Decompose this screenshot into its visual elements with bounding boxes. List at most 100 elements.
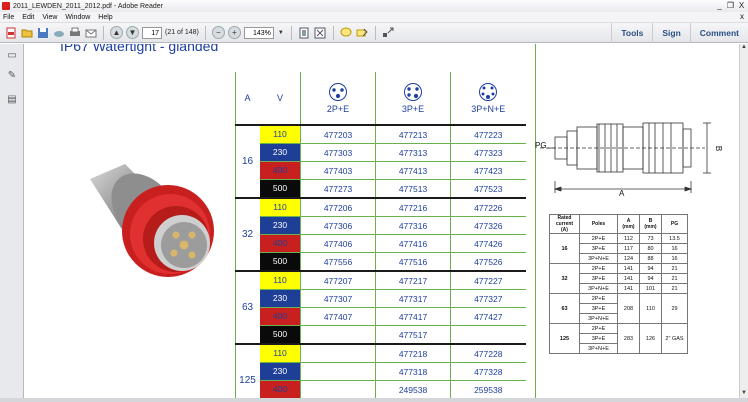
code-cell: 477513: [375, 179, 451, 199]
code-cell: 477416: [375, 234, 451, 253]
zoom-level-select[interactable]: 143%: [243, 26, 274, 39]
code-cell: 249538: [375, 380, 451, 398]
voltage-cell: 400: [260, 161, 301, 180]
voltage-swatch: 110: [260, 345, 300, 362]
voltage-cell: 400: [260, 234, 301, 253]
save-icon[interactable]: [36, 26, 49, 39]
print-icon[interactable]: [68, 26, 81, 39]
table-row: 230 477307 477317 477327: [235, 289, 526, 308]
code-cell: [450, 325, 526, 345]
code-cell: 477328: [450, 362, 526, 381]
menu-edit[interactable]: Edit: [22, 14, 34, 21]
code-cell: 477317: [375, 289, 451, 308]
minimize-button[interactable]: _: [715, 1, 724, 10]
code-cell: [300, 362, 376, 381]
menu-view[interactable]: View: [42, 14, 57, 21]
voltage-swatch: 230: [260, 290, 300, 307]
spec-b: 88: [639, 253, 662, 264]
table-row: 230 477318 477328: [235, 362, 526, 381]
voltage-cell: 400: [260, 380, 301, 398]
menu-bar: File Edit View Window Help x: [0, 12, 748, 23]
spec-pg: 2" GAS: [661, 323, 688, 354]
code-cell: 259538: [450, 380, 526, 398]
attachments-icon[interactable]: ▤: [6, 94, 18, 106]
toolbar-separator: [103, 25, 104, 40]
close-document-button[interactable]: x: [740, 12, 744, 21]
dimensions-table: Rated current (A) Poles A (mm) B (mm) PG…: [549, 214, 688, 354]
spec-current: 125: [549, 323, 580, 354]
scroll-down-icon[interactable]: ▼: [740, 390, 748, 398]
voltage-swatch: 110: [260, 126, 300, 143]
zoom-in-icon[interactable]: +: [227, 26, 241, 39]
table-row: 400 477403 477413 477423: [235, 161, 526, 180]
zoom-dropdown-icon[interactable]: ▼: [277, 26, 285, 39]
toolbar-separator: [290, 25, 292, 40]
socket-3p-n-e-icon: [479, 83, 498, 101]
spec-b: 94: [639, 273, 662, 284]
voltage-swatch: 400: [260, 308, 300, 325]
spec-a: 208: [617, 293, 640, 324]
voltage-cell: 230: [260, 362, 301, 381]
signatures-icon[interactable]: ✎: [6, 70, 18, 82]
voltage-cell: 110: [260, 271, 301, 290]
close-window-button[interactable]: X: [737, 1, 746, 10]
code-cell: 477207: [300, 271, 376, 290]
spec-current: 63: [549, 293, 580, 324]
spec-b: 101: [639, 283, 662, 294]
voltage-cell: 110: [260, 344, 301, 363]
page-number-input[interactable]: 17: [142, 26, 162, 39]
menu-file[interactable]: File: [3, 14, 14, 21]
voltage-cell: 400: [260, 307, 301, 326]
table-row: 63 110 477207 477217 477227: [235, 271, 526, 345]
create-pdf-icon[interactable]: [4, 26, 17, 39]
code-cell: 477523: [450, 179, 526, 199]
email-icon[interactable]: [84, 26, 97, 39]
fit-page-icon[interactable]: [298, 26, 311, 39]
voltage-cell: 500: [260, 325, 301, 345]
amp-rating-cell: 125: [239, 375, 256, 387]
vertical-scrollbar[interactable]: ▲ ▼: [739, 44, 748, 398]
page-thumbnails-icon[interactable]: ▭: [6, 50, 18, 62]
dimension-label-a: A: [619, 189, 625, 198]
spec-poles: 3P+E: [579, 243, 618, 254]
voltage-cell: 500: [260, 179, 301, 199]
cloud-share-icon[interactable]: [52, 26, 65, 39]
previous-page-icon[interactable]: ▲: [110, 26, 123, 39]
code-cell: 477303: [300, 143, 376, 162]
tools-pane-button[interactable]: Tools: [611, 23, 652, 43]
table-row: 16 110 477203 477213 477223: [235, 125, 526, 199]
highlight-icon[interactable]: [356, 26, 369, 39]
spec-poles: 3P+N+E: [579, 253, 618, 264]
table-row: 400 249538 259538: [235, 380, 526, 398]
voltage-swatch: 230: [260, 144, 300, 161]
comment-icon[interactable]: [340, 26, 353, 39]
restore-button[interactable]: ❐: [726, 1, 735, 10]
amp-rating-cell: 32: [235, 198, 260, 272]
comment-pane-button[interactable]: Comment: [689, 23, 748, 43]
spec-poles: 2P+E: [579, 293, 618, 304]
code-cell: 477426: [450, 234, 526, 253]
spec-pg: 29: [661, 293, 688, 324]
full-screen-icon[interactable]: [314, 26, 327, 39]
expand-tools-icon[interactable]: [382, 26, 395, 39]
code-cell: [300, 325, 376, 345]
spec-pg: 21: [661, 263, 688, 274]
window-title-bar: 2011_LEWDEN_2011_2012.pdf - Adobe Reader…: [0, 0, 748, 12]
menu-window[interactable]: Window: [65, 14, 90, 21]
spec-header-a: A (mm): [617, 214, 640, 234]
code-cell: 477423: [450, 161, 526, 180]
col-header-3p-e-label: 3P+E: [401, 104, 425, 114]
zoom-out-icon[interactable]: −: [211, 26, 225, 39]
code-cell: 477327: [450, 289, 526, 308]
table-row: 32 110 477206 477216 477226: [235, 198, 526, 272]
open-file-icon[interactable]: [20, 26, 33, 39]
next-page-icon[interactable]: ▼: [126, 26, 139, 39]
menu-help[interactable]: Help: [98, 14, 112, 21]
voltage-swatch: 110: [260, 199, 300, 216]
navigation-pane: ▭ ✎ ▤: [0, 44, 24, 398]
code-cell: 477313: [375, 143, 451, 162]
sign-pane-button[interactable]: Sign: [652, 23, 689, 43]
voltage-swatch: 500: [260, 326, 300, 343]
scroll-up-icon[interactable]: ▲: [740, 44, 748, 52]
spec-pg: 16: [661, 253, 688, 264]
